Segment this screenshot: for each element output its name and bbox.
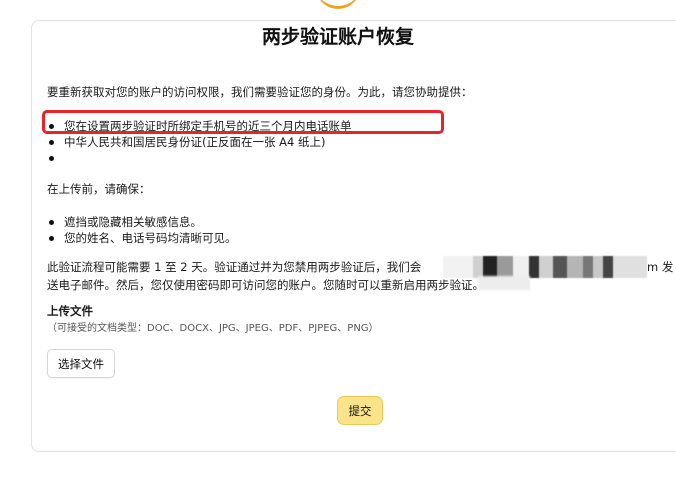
page: 两步验证账户恢复 要重新获取对您的账户的访问权限，我们需要验证您的身份。为此，请… — [0, 0, 676, 481]
redacted-email — [443, 256, 647, 278]
logo-smile-icon — [316, 0, 360, 9]
list-item: 您的姓名、电话号码均清晰可见。 — [47, 230, 237, 246]
list-item: 遮挡或隐藏相关敏感信息。 — [47, 214, 237, 230]
submit-button[interactable]: 提交 — [337, 396, 383, 425]
notice-line-2: 送电子邮件。然后，您仅使用密码即可访问您的账户。您随时可以重新启用两步验证。 — [47, 278, 484, 292]
notice-line-1: 此验证流程可能需要 1 至 2 天。验证通过并为您禁用两步验证后，我们会 — [47, 260, 422, 274]
choose-file-button[interactable]: 选择文件 — [47, 349, 115, 378]
list-item — [47, 150, 352, 166]
notice-line-1-end: m 发 — [647, 260, 674, 274]
redacted-blur — [478, 276, 530, 290]
list-item: 中华人民共和国居民身份证(正反面在一张 A4 纸上) — [47, 134, 352, 150]
intro-text: 要重新获取对您的账户的访问权限，我们需要验证您的身份。为此，请您协助提供： — [47, 85, 473, 99]
highlight-annotation — [42, 110, 444, 134]
upload-heading: 上传文件 — [47, 304, 93, 318]
page-title: 两步验证账户恢复 — [261, 26, 414, 48]
checklist: 遮挡或隐藏相关敏感信息。 您的姓名、电话号码均清晰可见。 — [47, 214, 237, 246]
accepted-types-text: （可接受的文档类型：DOC、DOCX、JPG、JPEG、PDF、PJPEG、PN… — [47, 323, 379, 334]
before-upload-text: 在上传前，请确保： — [47, 182, 151, 196]
